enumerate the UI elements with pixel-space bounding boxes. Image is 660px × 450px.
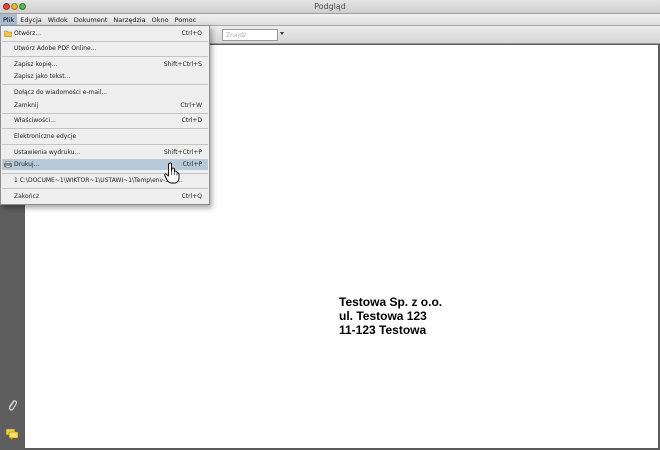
menu-window[interactable]: Okno	[149, 14, 172, 26]
menu-separator	[2, 188, 208, 189]
menu-file[interactable]: Plik	[0, 13, 18, 26]
menu-item-close[interactable]: Zamknij Ctrl+W	[2, 100, 208, 111]
menu-separator	[2, 128, 208, 129]
comment-icon[interactable]	[5, 428, 19, 440]
menu-item-properties[interactable]: Właściwości... Ctrl+D	[2, 115, 208, 126]
hand-pointer-cursor-icon	[164, 162, 180, 184]
menu-item-open[interactable]: Otwórz... Ctrl+O	[2, 28, 208, 39]
folder-icon	[4, 30, 12, 37]
paperclip-icon[interactable]	[6, 398, 18, 412]
search-input[interactable]: Znajdź	[222, 29, 278, 41]
menu-document[interactable]: Dokument	[71, 14, 111, 26]
printer-icon	[4, 161, 12, 168]
menu-item-exit[interactable]: Zakończ Ctrl+Q	[2, 191, 208, 202]
recipient-address: Testowa Sp. z o.o. ul. Testowa 123 11-12…	[339, 295, 442, 337]
menu-separator	[2, 56, 208, 57]
menu-item-save-copy[interactable]: Zapisz kopię... Shift+Ctrl+S	[2, 59, 208, 70]
menu-item-save-as-text[interactable]: Zapisz jako tekst...	[2, 71, 208, 82]
menu-item-attach-email[interactable]: Dołącz do wiadomości e-mail...	[2, 87, 208, 98]
menu-edit[interactable]: Edycja	[17, 14, 44, 26]
title-bar: Podgląd	[0, 0, 660, 14]
menu-item-print-setup[interactable]: Ustawienia wydruku... Shift+Ctrl+P	[2, 147, 208, 158]
menu-item-create-pdf-online[interactable]: Utwórz Adobe PDF Online...	[2, 43, 208, 54]
menu-help[interactable]: Pomoc	[172, 14, 200, 26]
window-title: Podgląd	[314, 2, 346, 11]
menu-separator	[2, 41, 208, 42]
search-dropdown-arrow-icon[interactable]	[280, 32, 284, 35]
address-line-city: 11-123 Testowa	[339, 323, 427, 337]
menu-separator	[2, 113, 208, 114]
address-line-street: ul. Testowa 123	[339, 309, 427, 323]
menu-view[interactable]: Widok	[45, 14, 71, 26]
menu-item-digital-editions[interactable]: Elektroniczne edycje	[2, 131, 208, 142]
address-line-company: Testowa Sp. z o.o.	[339, 295, 443, 309]
menu-separator	[2, 84, 208, 85]
menu-separator	[2, 144, 208, 145]
menu-tools[interactable]: Narzędzia	[110, 14, 148, 26]
